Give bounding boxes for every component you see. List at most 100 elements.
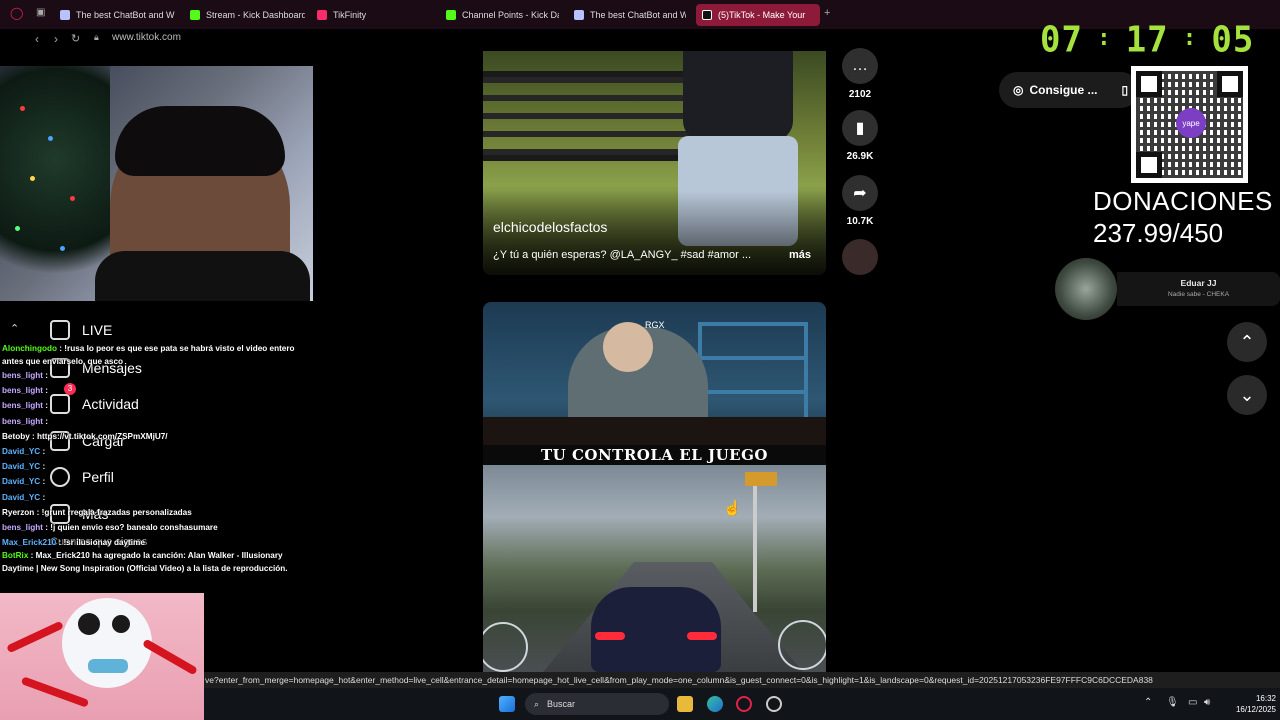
share-count: 10.7K: [846, 216, 874, 227]
donations-value: 237.99/450: [1093, 218, 1224, 248]
video-card-1[interactable]: elchicodelosfactos ¿Y tú a quién esperas…: [483, 51, 826, 275]
webcam-feed: [0, 66, 313, 301]
chat-message: bens_light :: [2, 414, 302, 429]
system-date: 16/12/2025: [1235, 705, 1276, 714]
tab-overview-icon[interactable]: ▣: [36, 7, 45, 18]
chat-text: :: [40, 462, 46, 472]
device-icon: ▯: [1121, 83, 1129, 97]
microphone-icon[interactable]: 🎙︎: [1166, 697, 1179, 708]
system-clock[interactable]: 16:32 16/12/2025: [1224, 693, 1276, 715]
obs-icon[interactable]: [766, 696, 782, 712]
tab-botrix-2[interactable]: The best ChatBot and Wi: [574, 4, 686, 26]
tab-botrix-1[interactable]: The best ChatBot and Wi: [60, 4, 175, 26]
chat-text: :: [40, 477, 46, 487]
forward-icon[interactable]: ›: [54, 32, 58, 46]
more-link[interactable]: más: [789, 249, 811, 261]
tab-kick-dashboard[interactable]: Stream - Kick Dashboard: [190, 4, 305, 26]
tab-favicon: [446, 10, 456, 20]
comment-action[interactable]: … 2102: [840, 48, 880, 100]
chat-username: bens_light: [2, 401, 43, 411]
opera-gx-icon[interactable]: [736, 696, 752, 712]
chat-username: David_YC: [2, 492, 41, 502]
desk-keyboard: [483, 417, 826, 447]
album-art: [1055, 258, 1117, 320]
lock-icon: 🔒︎: [94, 32, 99, 42]
tab-kick-channel-points[interactable]: Channel Points - Kick Da: [446, 4, 559, 26]
screen: ◯ ▣ The best ChatBot and Wi Stream - Kic…: [0, 0, 1280, 720]
chat-message: David_YC :: [2, 490, 302, 505]
tiktok-favicon-icon: [702, 10, 712, 20]
now-playing-artist: Eduar JJ: [1180, 278, 1217, 288]
volume-icon[interactable]: 🔊︎: [1204, 697, 1210, 708]
now-playing-song: Nadie sabe - CHEKA: [1167, 291, 1230, 298]
chat-username: BotRix: [2, 551, 29, 561]
tab-label: (5)TikTok - Make Your: [718, 10, 806, 20]
share-action[interactable]: ➦ 10.7K: [840, 175, 880, 227]
collapse-icon[interactable]: ⌃: [10, 322, 19, 335]
chat-message: bens_light :: [2, 383, 302, 398]
tab-favicon: [190, 10, 200, 20]
clock-seconds: 05: [1211, 19, 1255, 61]
chat-text: :: [42, 371, 48, 380]
comment-icon: …: [842, 48, 878, 84]
chat-text: :: [40, 447, 46, 457]
chat-text: : !grunt rregala frazadas personalizadas: [34, 507, 192, 517]
chat-text: : Max_Erick210 ha agregado la canción: A…: [2, 551, 288, 573]
chat-message: bens_light :: [2, 398, 302, 413]
chat-message: David_YC :: [2, 459, 302, 474]
tab-label: TikFinity: [333, 10, 367, 20]
chat-message: David_YC :: [2, 474, 302, 489]
system-time: 16:32: [1255, 694, 1276, 703]
sound-action[interactable]: [840, 239, 880, 275]
taskbar-search[interactable]: ⌕ Buscar: [525, 693, 669, 715]
consigue-label: Consigue ...: [1029, 83, 1098, 97]
chat-message: Betoby : https://vt.tiktok.com/ZSPmXMjU7…: [2, 429, 302, 444]
bookshelf: [698, 322, 808, 432]
tab-tiktok-active[interactable]: (5)TikTok - Make Your: [696, 4, 820, 26]
opera-logo-icon[interactable]: ◯: [10, 6, 23, 20]
chat-username: David_YC: [2, 462, 41, 472]
reload-icon[interactable]: ↻: [71, 32, 80, 45]
chat-message: David_YC :: [2, 444, 302, 459]
chat-message: Ryerzon : !grunt rregala frazadas person…: [2, 505, 302, 520]
chat-text: : !j quien envio eso? banealo conshasuma…: [42, 523, 218, 533]
bookmark-count: 26.9K: [846, 151, 874, 162]
clock-hours: 07: [1040, 19, 1083, 61]
comment-count: 2102: [848, 89, 872, 100]
search-icon: ⌕: [534, 698, 540, 709]
search-placeholder: Buscar: [547, 699, 576, 709]
url-field[interactable]: www.tiktok.com: [112, 32, 181, 43]
consigue-coins-button[interactable]: ◎ Consigue ... ▯: [999, 72, 1139, 108]
tab-favicon: [60, 10, 70, 20]
video-author[interactable]: elchicodelosfactos: [493, 219, 607, 235]
bookmark-action[interactable]: ▮ 26.9K: [840, 110, 880, 162]
chat-username: David_YC: [2, 477, 41, 487]
file-explorer-icon[interactable]: [677, 696, 693, 712]
status-url: ve?enter_from_merge=homepage_hot&enter_m…: [204, 672, 1280, 688]
nav-label: LIVE: [82, 322, 113, 339]
previous-video-button[interactable]: ⌃: [1227, 322, 1267, 362]
chat-text: :: [42, 386, 48, 396]
video-description: ¿Y tú a quién esperas? @LA_ANGY_ #sad #a…: [493, 249, 751, 261]
edge-icon[interactable]: [707, 696, 723, 712]
chat-message: bens_light :: [2, 368, 302, 383]
back-icon[interactable]: ‹: [35, 32, 39, 46]
next-video-button[interactable]: ⌄: [1227, 375, 1267, 415]
yape-logo: yape: [1176, 108, 1206, 138]
sports-car: [591, 587, 721, 672]
tab-label: Channel Points - Kick Da: [462, 10, 559, 20]
tray-chevron-icon[interactable]: ⌃: [1144, 697, 1152, 708]
new-tab-button[interactable]: +: [824, 7, 830, 19]
tab-tikfinity[interactable]: TikFinity: [317, 4, 417, 26]
monitor-icon[interactable]: ▭: [1188, 697, 1197, 708]
chat-username: bens_light: [2, 386, 43, 396]
chat-text: : !sr ilusionay daytime: [56, 538, 145, 548]
music-disc-icon: [842, 239, 878, 275]
video-banner-text: TU CONTROLA EL JUEGO: [483, 445, 826, 465]
chat-text: :: [40, 492, 46, 502]
now-playing-widget: Eduar JJ Nadie sabe - CHEKA: [1055, 258, 1280, 320]
video-card-2[interactable]: RGX TU CONTROLA EL JUEGO: [483, 302, 826, 672]
chat-text: :: [42, 401, 48, 411]
bookmark-icon: ▮: [842, 110, 878, 146]
windows-start-icon[interactable]: [499, 696, 515, 712]
